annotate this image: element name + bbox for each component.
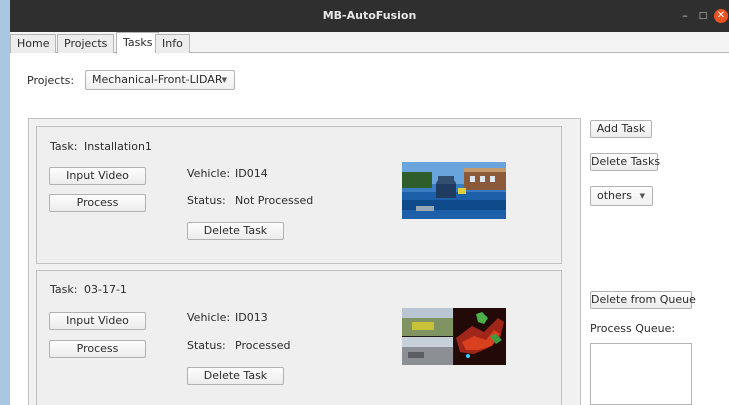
process-button[interactable]: Process [49,340,146,358]
delete-task-button[interactable]: Delete Task [187,367,284,385]
task-card: Task: 03-17-1 Input Video Process Vehicl… [36,270,562,405]
task-label: Task: [50,283,78,296]
task-name: Installation1 [84,140,152,153]
status-value: Processed [235,339,291,352]
process-button[interactable]: Process [49,194,146,212]
input-video-button[interactable]: Input Video [49,312,146,330]
window-title: MB-AutoFusion [322,9,417,22]
video-thumbnail [402,308,506,365]
minimize-icon[interactable]: – [678,9,692,23]
tasks-page: Projects: Mechanical-Front-LIDAR ▼ Task:… [10,54,729,405]
task-card: Task: Installation1 Input Video Process … [36,126,562,264]
add-task-button[interactable]: Add Task [590,120,652,138]
maximize-icon[interactable]: □ [696,9,710,23]
close-icon[interactable]: ✕ [714,9,728,23]
status-value: Not Processed [235,194,314,207]
task-label: Task: [50,140,78,153]
filter-select-value: others [597,189,633,202]
vehicle-value: ID014 [235,167,268,180]
vehicle-value: ID013 [235,311,268,324]
project-select-value: Mechanical-Front-LIDAR [92,73,223,86]
tab-projects[interactable]: Projects [57,34,115,53]
filter-select[interactable]: others ▼ [590,186,653,206]
tab-info[interactable]: Info [155,34,190,53]
app-window: MB-AutoFusion – □ ✕ Home Projects Tasks … [10,0,729,405]
projects-label: Projects: [27,74,75,87]
chevron-down-icon: ▼ [639,192,645,200]
title-bar: MB-AutoFusion – □ ✕ [10,0,729,32]
status-label: Status: [187,339,226,352]
video-thumbnail [402,162,506,219]
delete-task-button[interactable]: Delete Task [187,222,284,240]
delete-from-queue-button[interactable]: Delete from Queue [590,291,696,309]
tab-home[interactable]: Home [10,34,57,53]
process-queue-list[interactable] [590,343,692,405]
status-label: Status: [187,194,226,207]
project-select[interactable]: Mechanical-Front-LIDAR ▼ [85,70,235,90]
chevron-down-icon: ▼ [221,76,227,84]
task-list-panel[interactable]: Task: Installation1 Input Video Process … [28,118,581,405]
vehicle-label: Vehicle: [187,311,231,324]
input-video-button[interactable]: Input Video [49,167,146,185]
task-name: 03-17-1 [84,283,127,296]
tab-tasks[interactable]: Tasks [116,32,160,54]
tab-bar: Home Projects Tasks Info [10,32,729,54]
vehicle-label: Vehicle: [187,167,231,180]
process-queue-label: Process Queue: [590,322,676,335]
delete-tasks-button[interactable]: Delete Tasks [590,153,660,171]
